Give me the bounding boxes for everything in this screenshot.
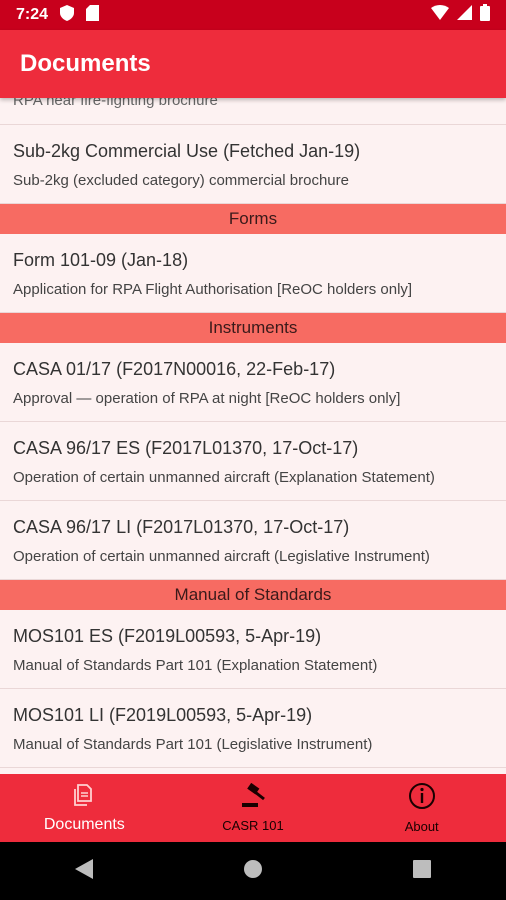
wifi-icon (431, 5, 449, 25)
list-item[interactable]: CASA 96/17 LI (F2017L01370, 17-Oct-17) O… (0, 501, 506, 580)
list-item-subtitle: Application for RPA Flight Authorisation… (13, 281, 413, 298)
section-header-forms: Forms (0, 204, 506, 234)
list-item-title: CASA 01/17 (F2017N00016, 22-Feb-17) (13, 359, 336, 379)
list-item-subtitle: Manual of Standards Part 101 (Explanatio… (13, 657, 378, 674)
list-item-title: MOS101 ES (F2019L00593, 5-Apr-19) (13, 626, 322, 646)
list-item[interactable]: Sub-2kg Commercial Use (Fetched Jan-19) … (0, 125, 506, 204)
sd-card-icon (86, 4, 100, 26)
list-item-partial[interactable]: RPA near fire-fighting brochure (0, 98, 506, 125)
bottom-navigation: Documents CASR 101 About (0, 774, 506, 842)
list-item-title: Form 101-09 (Jan-18) (13, 250, 189, 270)
list-item[interactable]: CASA 96/17 ES (F2017L01370, 17-Oct-17) O… (0, 422, 506, 501)
list-item[interactable]: Form 101-09 (Jan-18) Application for RPA… (0, 234, 506, 313)
recents-icon[interactable] (413, 859, 431, 883)
section-header-instruments: Instruments (0, 313, 506, 343)
section-header-manual-of-standards: Manual of Standards (0, 580, 506, 610)
home-icon[interactable] (243, 859, 263, 884)
nav-documents[interactable]: Documents (0, 774, 169, 842)
shield-icon (60, 4, 75, 26)
list-item-title: MOS101 LI (F2019L00593, 5-Apr-19) (13, 705, 313, 725)
nav-casr-101-label: CASR 101 (222, 818, 284, 833)
list-item-subtitle: Operation of certain unmanned aircraft (… (13, 469, 435, 486)
list-item-subtitle: Manual of Standards Part 101 (Legislativ… (13, 736, 373, 753)
documents-icon (72, 783, 96, 812)
documents-list[interactable]: RPA near fire-fighting brochure Sub-2kg … (0, 98, 506, 774)
list-item-subtitle: Approval — operation of RPA at night [Re… (13, 390, 401, 407)
list-item[interactable]: CASA 01/17 (F2017N00016, 22-Feb-17) Appr… (0, 343, 506, 422)
system-navigation-bar (0, 842, 506, 900)
list-item-subtitle: Sub-2kg (excluded category) commercial b… (13, 172, 349, 189)
nav-casr-101[interactable]: CASR 101 (169, 774, 338, 842)
gavel-icon (239, 782, 267, 814)
list-item-subtitle: RPA near fire-fighting brochure (13, 98, 218, 109)
list-item[interactable]: MOS101 ES (F2019L00593, 5-Apr-19) Manual… (0, 610, 506, 689)
nav-about-label: About (404, 819, 439, 834)
back-icon[interactable] (75, 858, 93, 884)
info-icon (408, 782, 436, 815)
status-bar: 7:24 (0, 0, 506, 30)
app-bar: Documents (0, 30, 506, 98)
battery-icon (480, 4, 490, 26)
list-item-title: Sub-2kg Commercial Use (Fetched Jan-19) (13, 141, 361, 161)
list-item-subtitle: Operation of certain unmanned aircraft (… (13, 548, 430, 565)
list-item-title: CASA 96/17 ES (F2017L01370, 17-Oct-17) (13, 438, 359, 458)
signal-icon (457, 5, 472, 25)
list-item[interactable]: MOS101 LI (F2019L00593, 5-Apr-19) Manual… (0, 689, 506, 768)
status-time: 7:24 (16, 6, 49, 23)
nav-documents-label: Documents (43, 815, 125, 833)
page-title: Documents (20, 50, 151, 77)
list-item-title: CASA 96/17 LI (F2017L01370, 17-Oct-17) (13, 517, 350, 537)
nav-about[interactable]: About (337, 774, 506, 842)
